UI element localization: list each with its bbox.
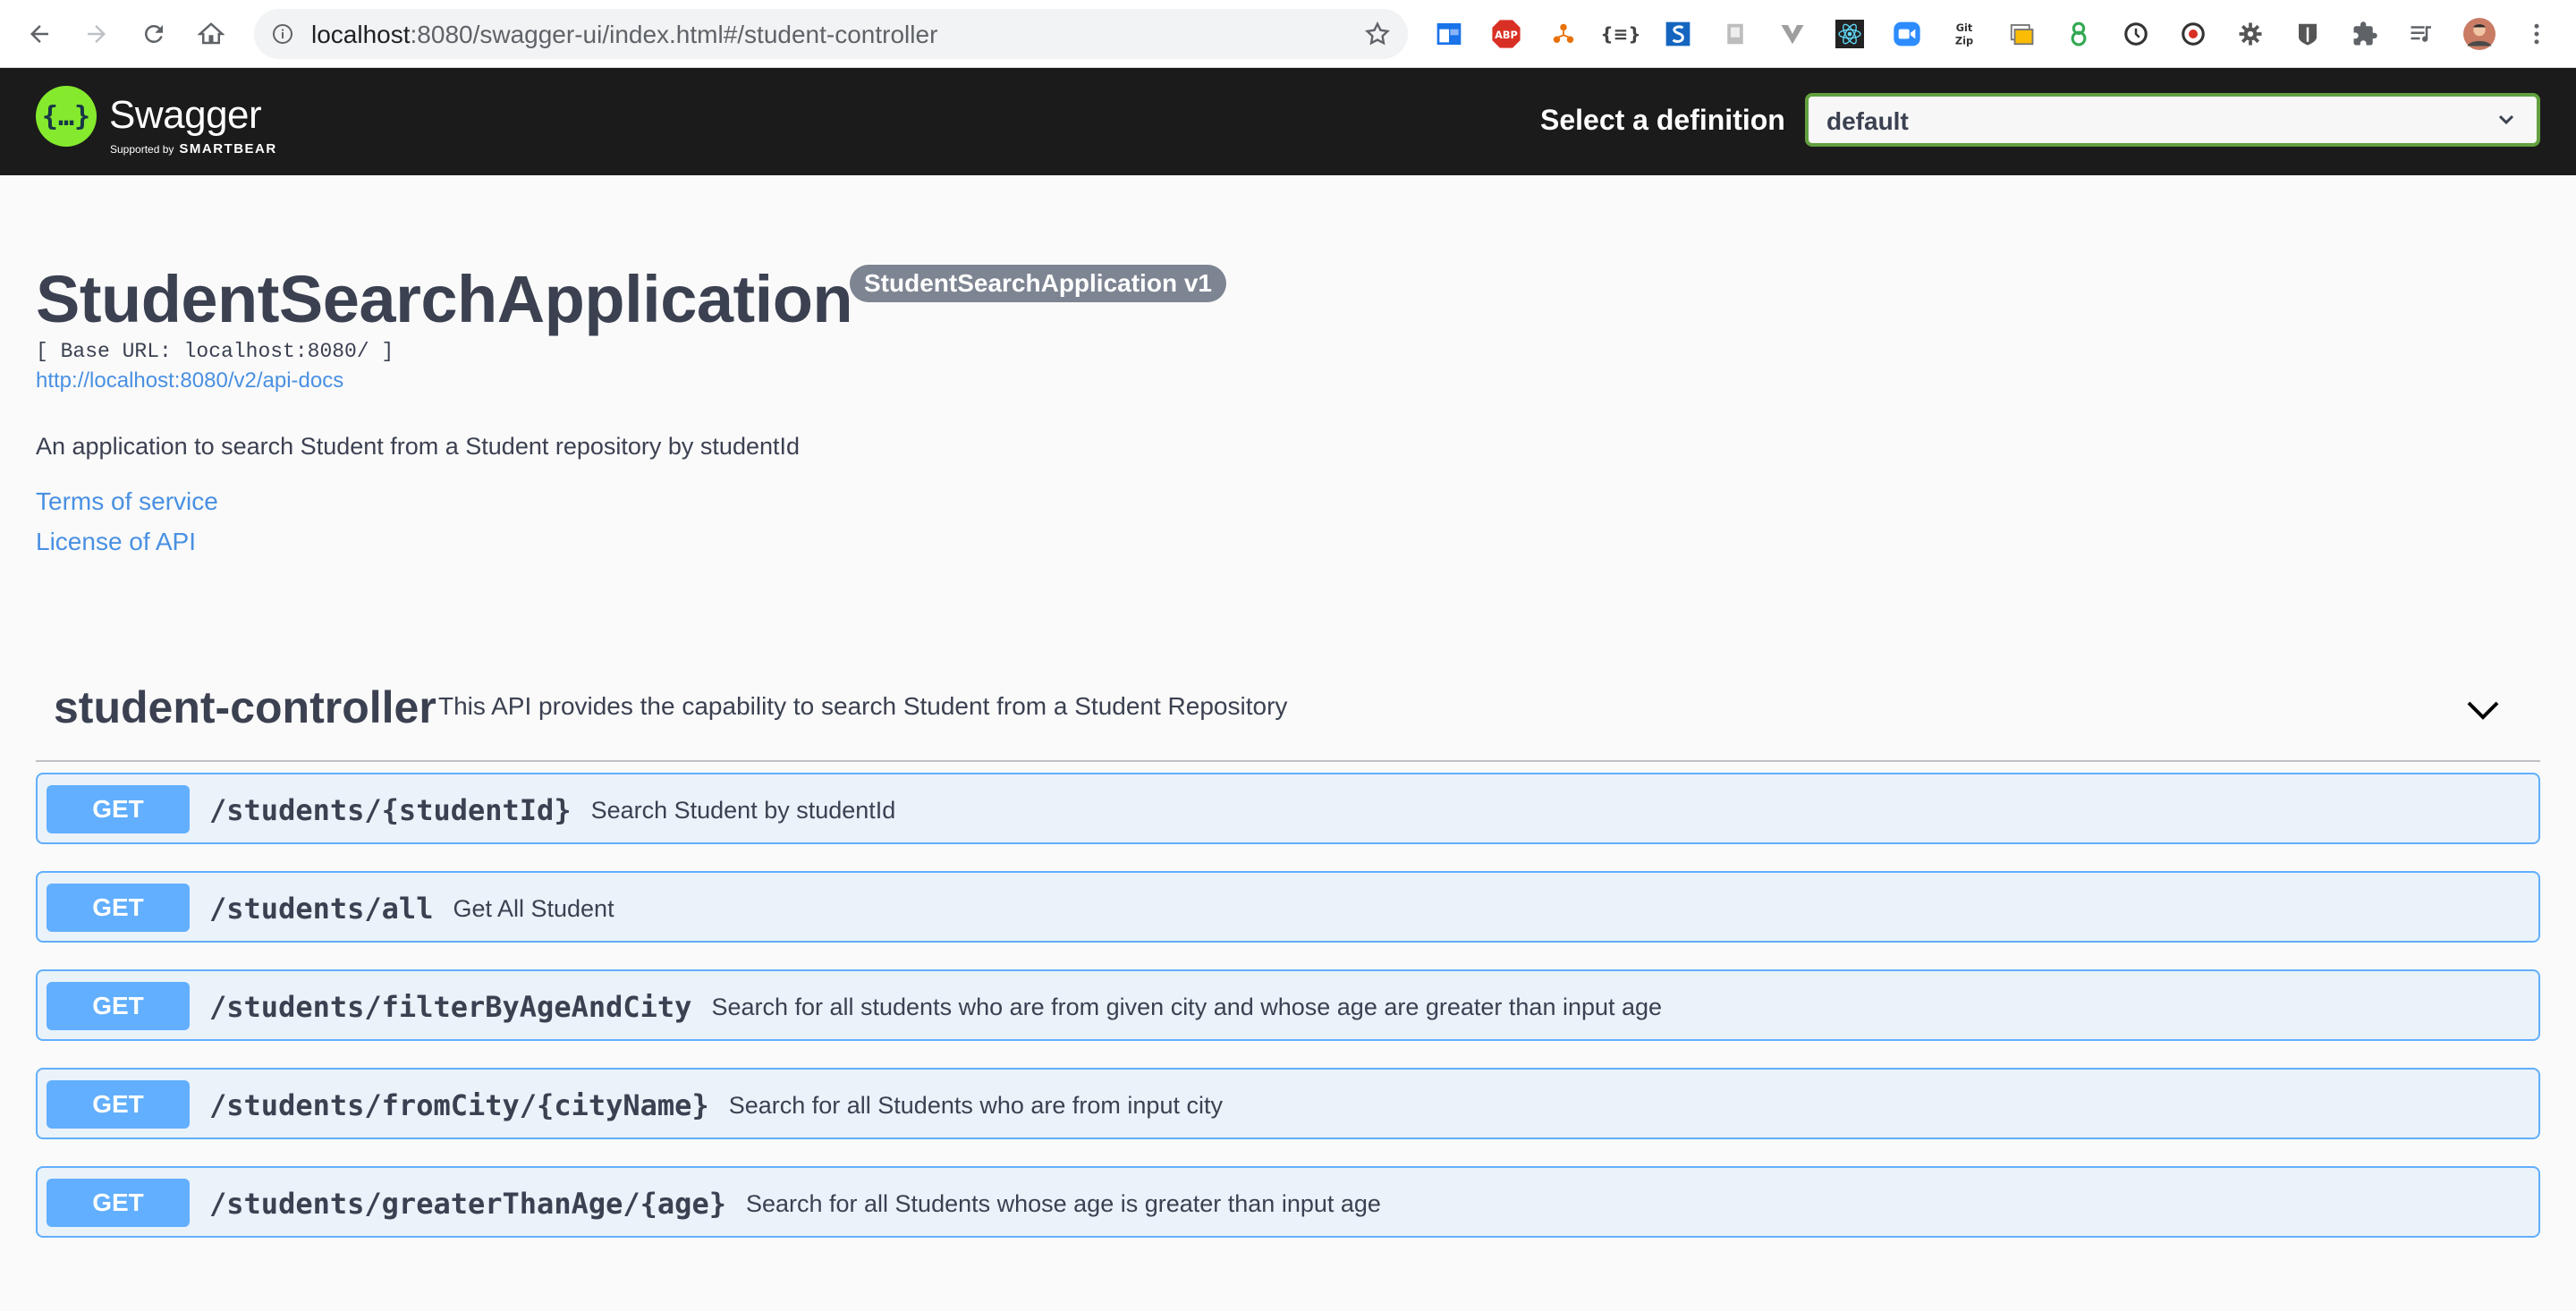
api-description: An application to search Student from a … [36,433,801,460]
method-badge: GET [47,982,190,1030]
definition-value: default [1826,107,1909,135]
operation-greater-than-age[interactable]: GET /students/greaterThanAge/{age} Search… [36,1166,2540,1238]
media-icon[interactable] [2406,18,2438,50]
extension-icon[interactable] [1719,18,1751,50]
method-badge: GET [47,1179,190,1227]
svg-text:{…}: {…} [42,101,90,132]
extension-icon[interactable] [2120,18,2152,50]
avatar[interactable] [2463,18,2496,50]
version-badge: StudentSearchApplication v1 [850,265,1226,302]
definition-select[interactable]: default [1805,93,2540,147]
zoom-icon[interactable] [1891,18,1923,50]
tag-description: This API provides the capability to sear… [438,692,1288,720]
extension-icon[interactable] [1547,18,1580,50]
bookmark-star-icon[interactable] [1363,20,1392,48]
extension-icon[interactable] [1662,18,1694,50]
license-link[interactable]: License of API [36,528,196,556]
forward-icon[interactable] [75,13,118,55]
address-bar[interactable]: localhost:8080/swagger-ui/index.html#/st… [254,9,1408,59]
chevron-down-icon [2498,114,2514,125]
page-title: StudentSearchApplication [36,262,853,336]
method-badge: GET [47,884,190,932]
base-url: [ Base URL: localhost:8080/ ] [36,340,394,363]
operation-summary: Search for all students who are from giv… [711,994,1663,1020]
puzzle-icon[interactable] [2349,18,2381,50]
extension-icon[interactable] [2063,18,2095,50]
svg-text:Git: Git [1956,21,1973,34]
extension-icon[interactable] [1776,18,1809,50]
menu-icon[interactable] [2521,18,2553,50]
operation-get-all-students[interactable]: GET /students/all Get All Student [36,871,2540,943]
abp-icon[interactable]: ABP [1490,18,1522,50]
operation-get-student-by-id[interactable]: GET /students/{studentId} Search Student … [36,773,2540,844]
react-icon[interactable] [1834,18,1866,50]
operation-path: /students/{studentId} Search Student by s… [209,793,896,827]
operation-summary: Search for all Students who are from inp… [728,1092,1223,1119]
operation-path: /students/filterByAgeAndCity Search for a… [209,990,1663,1024]
gear-icon[interactable] [2234,18,2267,50]
operation-path: /students/all Get All Student [209,892,614,926]
tag-header-student-controller[interactable]: student-controller This API provides the… [36,662,2540,762]
operation-summary: Search Student by studentId [590,797,896,824]
extension-icon[interactable] [1433,18,1465,50]
logo-text: Swagger [109,93,262,137]
extension-icon[interactable] [2177,18,2209,50]
api-docs-link[interactable]: http://localhost:8080/v2/api-docs [36,368,343,393]
svg-text:ABP: ABP [1495,29,1518,41]
info-icon[interactable] [272,23,293,45]
method-badge: GET [47,1080,190,1129]
browser-toolbar: localhost:8080/swagger-ui/index.html#/st… [0,0,2576,68]
terms-of-service-link[interactable]: Terms of service [36,487,218,516]
operation-filter-by-age-and-city[interactable]: GET /students/filterByAgeAndCity Search f… [36,969,2540,1041]
extension-icon[interactable] [2292,18,2324,50]
json-icon[interactable]: {≡} [1600,18,1640,50]
method-badge: GET [47,785,190,833]
operation-summary: Get All Student [453,895,614,922]
svg-text:Zip: Zip [1955,34,1973,47]
operation-summary: Search for all Students whose age is gre… [745,1190,1381,1217]
definition-label: Select a definition [1540,104,1785,136]
operation-path: /students/greaterThanAge/{age} Search for… [209,1187,1381,1221]
chevron-down-icon[interactable] [2462,689,2504,732]
operation-from-city[interactable]: GET /students/fromCity/{cityName} Search … [36,1068,2540,1139]
home-icon[interactable] [190,13,233,55]
logo-subtitle: Supported by SMARTBEAR [110,141,277,156]
extension-icon[interactable] [2005,18,2038,50]
swagger-logo-icon[interactable]: {…} [36,86,97,147]
url-text: localhost:8080/swagger-ui/index.html#/st… [311,21,938,48]
reload-icon[interactable] [132,13,175,55]
gitzip-icon[interactable]: Git Zip [1948,18,1980,50]
tag-name: student-controller [54,682,436,732]
swagger-topbar: {…} Swagger Supported by SMARTBEAR Select… [0,68,2576,175]
operation-path: /students/fromCity/{cityName} Search for … [209,1088,1223,1122]
back-icon[interactable] [18,13,61,55]
